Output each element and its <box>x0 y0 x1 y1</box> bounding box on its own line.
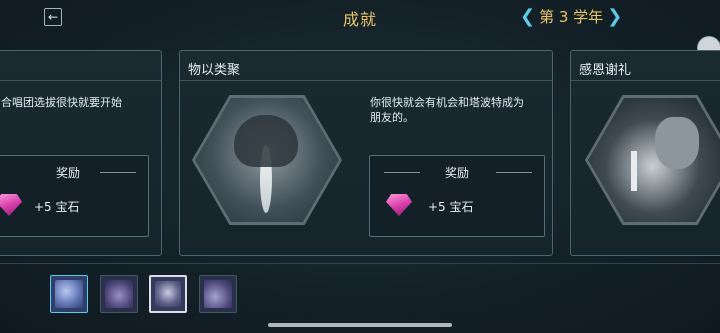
year-label: 第 3 学年 <box>539 8 604 26</box>
chevron-right-icon[interactable]: ❯ <box>607 6 622 27</box>
card-title: 感恩谢礼 <box>579 63 632 78</box>
reward-divider-right <box>100 172 136 173</box>
achievement-card-left[interactable]: 合唱团选拔很快就要开始 奖励 +5 宝石 <box>0 50 162 256</box>
year-selector: ❮ 第 3 学年 ❯ <box>520 6 622 27</box>
achievement-thumb-2[interactable] <box>100 275 138 313</box>
card-divider <box>571 80 720 81</box>
card-divider <box>180 80 552 81</box>
reward-divider-right <box>496 172 532 173</box>
hands-feather-icon <box>155 281 181 307</box>
reward-box: 奖励 +5 宝石 <box>0 155 149 237</box>
gem-icon <box>386 194 412 216</box>
achievement-thumb-4[interactable] <box>199 275 237 313</box>
achievement-thumb-1[interactable] <box>50 275 88 313</box>
tree-stump-icon <box>105 280 133 308</box>
card-description: 合唱团选拔很快就要开始 <box>1 96 122 109</box>
divider <box>0 263 720 264</box>
home-indicator <box>268 323 452 327</box>
achievement-image <box>192 95 342 225</box>
candle-icon <box>631 151 637 191</box>
card-description-line2: 朋友的。 <box>370 111 414 124</box>
reward-value: +5 宝石 <box>428 200 474 214</box>
gem-icon <box>0 194 22 216</box>
card-description-line1: 你很快就会有机会和塔波特成为 <box>370 96 524 109</box>
owl-icon <box>55 280 83 308</box>
reward-value: +5 宝石 <box>34 200 80 214</box>
achievement-thumb-3[interactable] <box>149 275 187 313</box>
achievement-card-center[interactable]: 物以类聚 你很快就会有机会和塔波特成为 朋友的。 奖励 +5 宝石 <box>179 50 553 256</box>
card-divider <box>0 80 161 81</box>
achievement-card-right[interactable]: 感恩谢礼 <box>570 50 720 256</box>
reward-box: 奖励 +5 宝石 <box>369 155 545 237</box>
achievement-image <box>585 95 720 225</box>
chevron-left-icon[interactable]: ❮ <box>520 6 535 27</box>
portrait-icon <box>655 117 699 169</box>
hands-icon <box>234 115 298 167</box>
card-title: 物以类聚 <box>188 63 241 78</box>
candle-portrait-icon <box>204 280 232 308</box>
